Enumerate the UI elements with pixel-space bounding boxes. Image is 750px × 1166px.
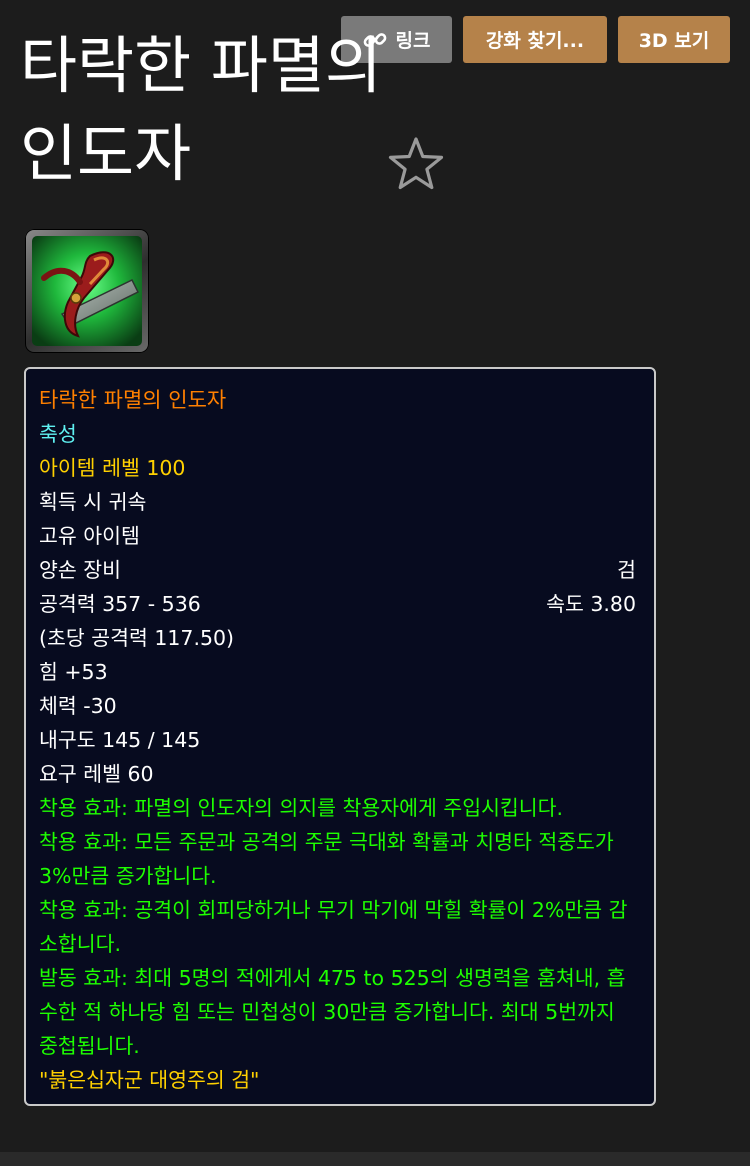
tooltip-required-level: 요구 레벨 60 (39, 762, 154, 786)
tooltip-damage-row: 공격력 357 - 536 속도 3.80 (39, 587, 636, 621)
item-icon-frame[interactable] (25, 229, 149, 353)
view-3d-label: 3D 보기 (638, 30, 710, 52)
find-enchant-button[interactable]: 강화 찾기... (463, 16, 607, 63)
tooltip-flavor-text: "붉은십자군 대영주의 검" (39, 1068, 260, 1092)
tooltip-effect: 착용 효과: 공격이 회피당하거나 무기 막기에 막힐 확률이 2%만큼 감소합… (39, 898, 628, 956)
tooltip-tier: 축성 (39, 422, 77, 446)
star-outline-icon[interactable] (385, 134, 447, 196)
tooltip-strength: 힘 +53 (39, 660, 108, 684)
tooltip-effect: 발동 효과: 최대 5명의 적에게서 475 to 525의 생명력을 훔쳐내,… (39, 966, 626, 1058)
tooltip-dps: (초당 공격력 117.50) (39, 626, 235, 650)
tooltip-weapon-type: 검 (617, 558, 636, 582)
sword-item-icon (32, 236, 142, 346)
tooltip-durability: 내구도 145 / 145 (39, 728, 201, 752)
tooltip-stamina: 체력 -30 (39, 694, 117, 718)
tooltip-item-level: 아이템 레벨 100 (39, 456, 186, 480)
bottom-divider (0, 1152, 750, 1166)
view-3d-button[interactable]: 3D 보기 (618, 16, 730, 63)
tooltip-effect: 착용 효과: 모든 주문과 공격의 주문 극대화 확률과 치명타 적중도가 3%… (39, 830, 614, 888)
tooltip-item-name: 타락한 파멸의 인도자 (39, 388, 227, 412)
tooltip-slot-row: 양손 장비 검 (39, 553, 636, 587)
tooltip-speed: 속도 3.80 (546, 592, 636, 616)
tooltip-damage: 공격력 357 - 536 (39, 592, 201, 616)
item-tooltip: 타락한 파멸의 인도자 축성 아이템 레벨 100 획득 시 귀속 고유 아이템… (24, 367, 656, 1106)
find-enchant-label: 강화 찾기... (485, 30, 585, 52)
tooltip-bind: 획득 시 귀속 (39, 490, 147, 514)
tooltip-slot: 양손 장비 (39, 558, 121, 582)
tooltip-unique: 고유 아이템 (39, 524, 140, 548)
tooltip-effect: 착용 효과: 파멸의 인도자의 의지를 착용자에게 주입시킵니다. (39, 796, 564, 820)
